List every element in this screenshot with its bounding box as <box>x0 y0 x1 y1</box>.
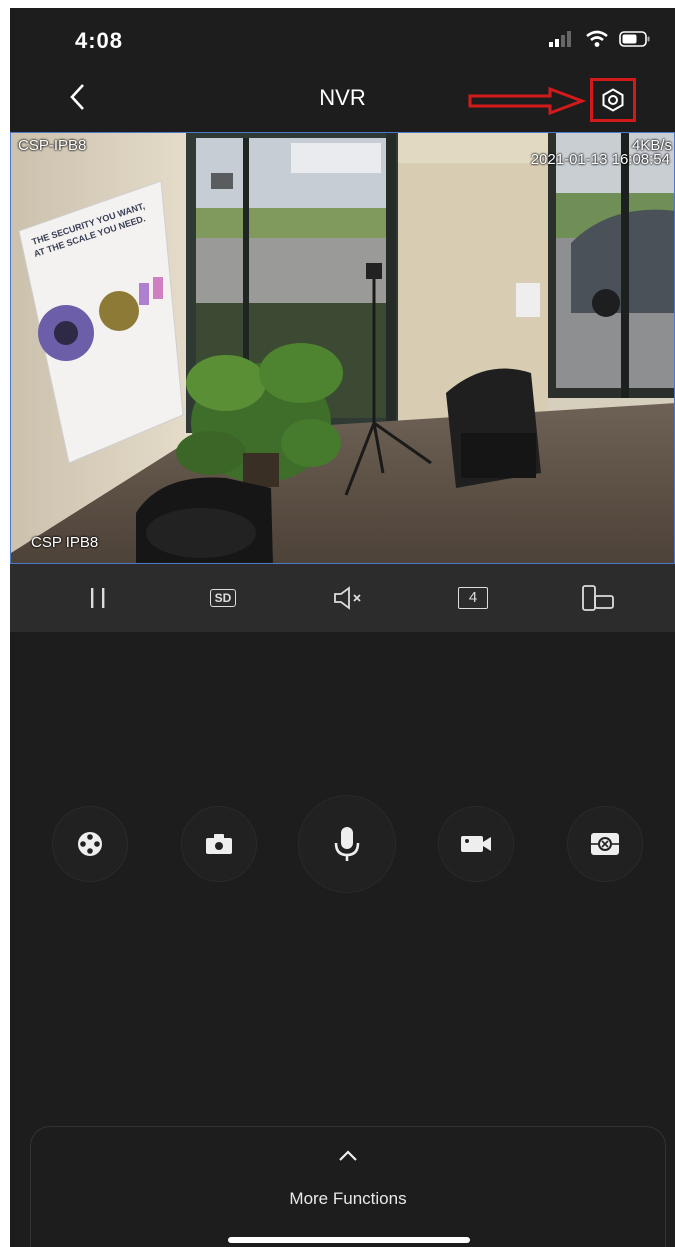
ptz-button[interactable] <box>52 806 128 882</box>
pause-icon <box>91 588 105 608</box>
nav-bar: NVR <box>10 70 675 132</box>
ptz-control-icon <box>78 832 102 856</box>
mute-button[interactable] <box>328 579 368 617</box>
more-functions-panel[interactable]: More Functions <box>30 1126 666 1247</box>
video-record-icon <box>461 836 491 852</box>
home-indicator <box>228 1237 470 1243</box>
fisheye-button[interactable] <box>567 806 643 882</box>
camera-icon <box>206 834 232 854</box>
fisheye-view-icon <box>591 833 619 855</box>
video-timestamp: 2021-01-13 16:08:54 <box>530 151 670 168</box>
chevron-up-icon <box>31 1149 665 1168</box>
split-screen-label: 4 <box>458 587 488 609</box>
talk-button[interactable] <box>298 795 396 893</box>
record-button[interactable] <box>438 806 514 882</box>
more-functions-label: More Functions <box>289 1189 407 1208</box>
settings-button[interactable] <box>590 78 636 122</box>
app-screen: 4:08 NVR THE SECURITY YOU WANT, AT THE S… <box>10 8 675 1247</box>
microphone-icon <box>334 827 360 861</box>
battery-icon <box>619 31 650 47</box>
wifi-icon <box>586 30 608 47</box>
camera-name-bottom: CSP IPB8 <box>31 534 99 551</box>
speaker-muted-icon <box>334 586 361 610</box>
quality-label: SD <box>209 589 237 607</box>
camera-name-top: CSP-IPB8 <box>18 137 87 154</box>
status-bar: 4:08 <box>10 8 675 70</box>
cellular-signal-icon <box>549 31 571 47</box>
camera-scene: THE SECURITY YOU WANT, AT THE SCALE YOU … <box>11 133 674 563</box>
player-toolbar: SD 4 <box>10 564 675 632</box>
pause-button[interactable] <box>78 579 118 617</box>
rotate-screen-button[interactable] <box>577 579 617 617</box>
annotation-arrow-icon <box>468 86 586 116</box>
quality-button[interactable]: SD <box>203 579 243 617</box>
fullscreen-rotate-icon <box>582 585 614 611</box>
live-video-feed[interactable]: THE SECURITY YOU WANT, AT THE SCALE YOU … <box>10 132 675 564</box>
control-row <box>10 795 675 893</box>
status-time: 4:08 <box>75 28 124 53</box>
status-icons <box>549 30 651 48</box>
split-screen-button[interactable]: 4 <box>453 579 493 617</box>
snapshot-button[interactable] <box>181 806 257 882</box>
settings-hexagon-icon <box>602 88 624 112</box>
